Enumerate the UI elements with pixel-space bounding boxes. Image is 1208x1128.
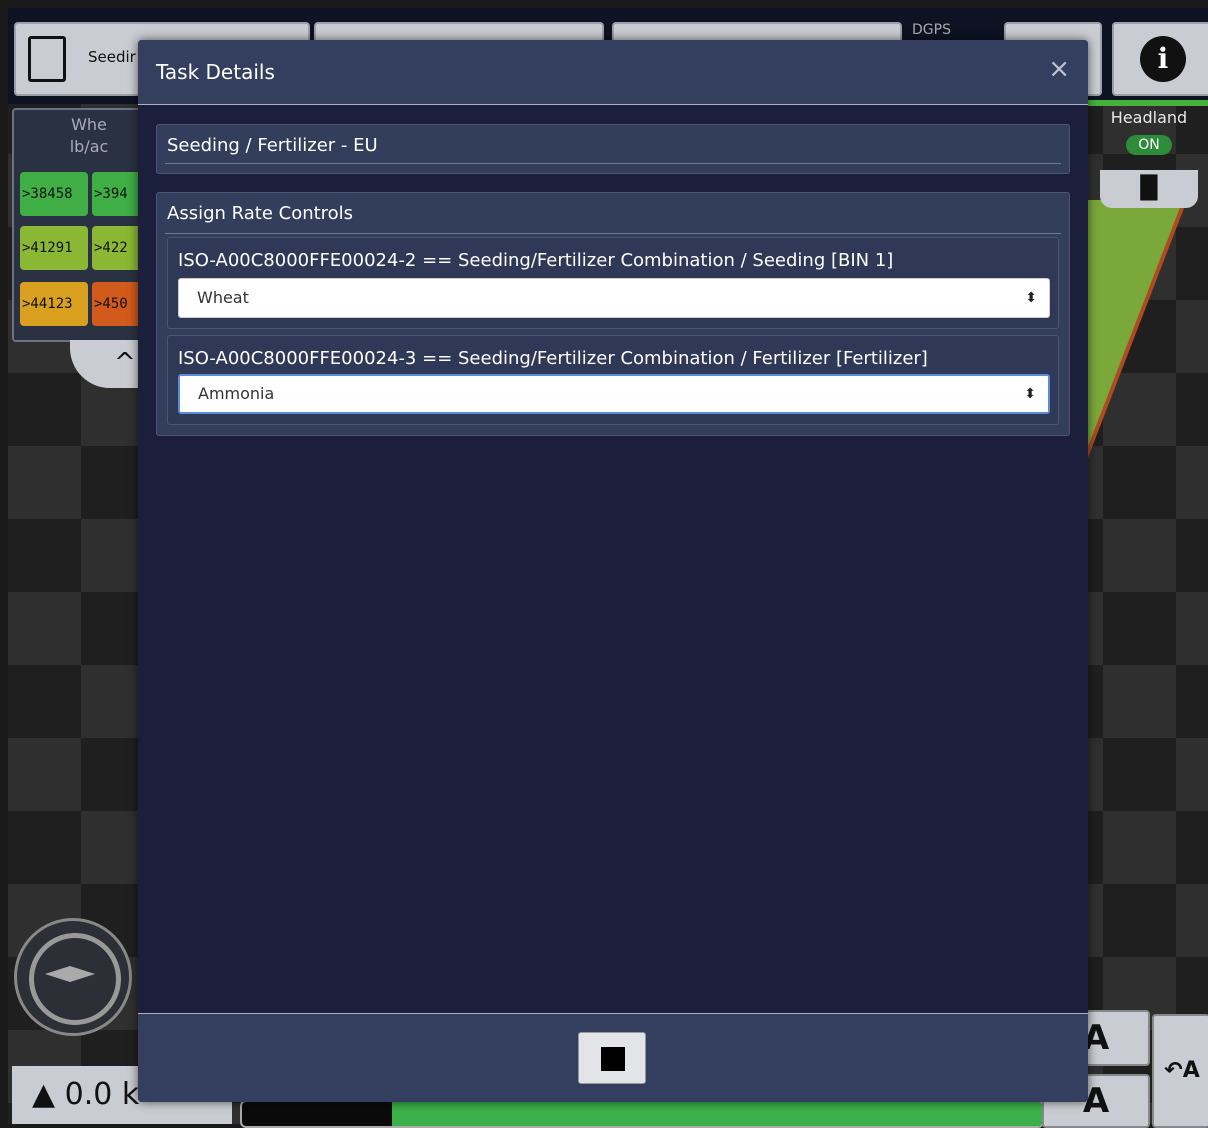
info-icon: i	[1140, 36, 1186, 82]
section-bar-active	[392, 1102, 1042, 1126]
legend-swatch: >41291	[20, 226, 88, 270]
assign-rate-controls-title: Assign Rate Controls	[167, 203, 354, 224]
sort-caret-icon: ⬍	[1025, 290, 1037, 306]
headland-status-badge: ON	[1126, 135, 1172, 155]
task-button-label: Seedir	[88, 48, 136, 66]
product-select[interactable]: Wheat ⬍	[178, 278, 1050, 318]
divider	[165, 233, 1061, 234]
rate-control-item: ISO-A00C8000FFE00024-3 == Seeding/Fertil…	[167, 335, 1059, 425]
rate-control-label: ISO-A00C8000FFE00024-2 == Seeding/Fertil…	[178, 250, 894, 271]
gps-status: DGPS	[912, 22, 951, 38]
task-name-card: Seeding / Fertilizer - EU	[156, 124, 1070, 174]
close-icon[interactable]: ×	[1048, 56, 1070, 82]
headland-label: Headland	[1110, 108, 1188, 127]
product-select[interactable]: Ammonia ⬍	[178, 374, 1050, 414]
modal-header: Task Details ×	[138, 40, 1088, 105]
divider	[165, 163, 1061, 164]
field-coverage	[1085, 200, 1187, 460]
field-boundary	[1078, 100, 1208, 106]
clipboard-icon	[28, 36, 66, 82]
rate-control-item: ISO-A00C8000FFE00024-2 == Seeding/Fertil…	[167, 237, 1059, 329]
product-select-value: Ammonia	[198, 384, 275, 403]
arrow-up-icon: ▲	[32, 1077, 56, 1112]
sort-caret-icon: ⬍	[1024, 386, 1036, 402]
trash-icon: █	[1140, 176, 1158, 201]
legend-swatch: >38458	[20, 172, 88, 216]
headland-toggle[interactable]: Headland ON	[1100, 108, 1198, 155]
task-details-modal: Task Details × Seeding / Fertilizer - EU…	[138, 40, 1088, 1102]
task-name: Seeding / Fertilizer - EU	[167, 135, 378, 156]
stop-button[interactable]	[578, 1032, 646, 1084]
modal-title: Task Details	[156, 60, 275, 84]
auto-manual-toggle[interactable]: ↶A	[1152, 1014, 1208, 1128]
stop-icon	[601, 1047, 625, 1071]
speed-value: 0.0 k	[64, 1077, 140, 1112]
legend-swatch: >44123	[20, 282, 88, 326]
modal-footer	[138, 1013, 1088, 1102]
product-select-value: Wheat	[197, 288, 249, 307]
delete-button[interactable]: █	[1100, 170, 1198, 208]
compass-button[interactable]	[14, 918, 132, 1036]
chevron-up-icon: ^	[114, 348, 136, 378]
info-button[interactable]: i	[1112, 22, 1208, 96]
rate-control-label: ISO-A00C8000FFE00024-3 == Seeding/Fertil…	[178, 348, 928, 369]
auto-manual-label: ↶A	[1164, 1058, 1200, 1083]
compass-icon	[29, 933, 121, 1025]
assign-rate-controls-card: Assign Rate Controls ISO-A00C8000FFE0002…	[156, 192, 1070, 436]
